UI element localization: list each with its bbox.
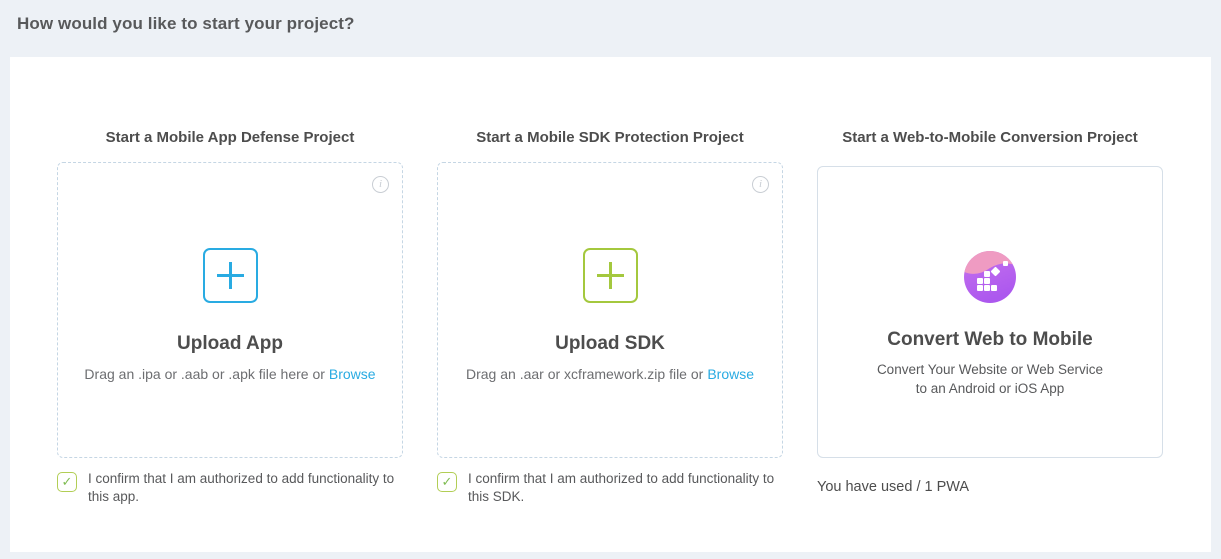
app-upload-dropzone[interactable]: i Upload App Drag an .ipa or .aab or .ap… bbox=[57, 162, 403, 458]
panel-app-defense: Start a Mobile App Defense Project i Upl… bbox=[57, 129, 403, 552]
app-browse-link[interactable]: Browse bbox=[329, 366, 376, 382]
app-confirm-label: I confirm that I am authorized to add fu… bbox=[88, 470, 400, 505]
convert-web-subtitle: Convert Your Website or Web Service to a… bbox=[818, 361, 1162, 399]
project-start-card: Start a Mobile App Defense Project i Upl… bbox=[10, 57, 1211, 552]
upload-app-title: Upload App bbox=[58, 333, 402, 355]
plus-icon bbox=[583, 248, 638, 303]
info-icon[interactable]: i bbox=[372, 176, 389, 193]
sdk-confirm-checkbox[interactable]: ✓ bbox=[437, 472, 457, 492]
panel-sdk-protection: Start a Mobile SDK Protection Project i … bbox=[437, 129, 783, 552]
convert-web-title: Convert Web to Mobile bbox=[818, 329, 1162, 351]
convert-web-card[interactable]: Convert Web to Mobile Convert Your Websi… bbox=[817, 166, 1163, 458]
panel-app-defense-title: Start a Mobile App Defense Project bbox=[57, 129, 403, 147]
pwa-usage-status: You have used / 1 PWA bbox=[817, 479, 1163, 495]
panel-web-to-mobile-title: Start a Web-to-Mobile Conversion Project bbox=[817, 129, 1163, 147]
pwa-gradient-icon bbox=[964, 251, 1016, 303]
app-drag-instructions: Drag an .ipa or .aab or .apk file here o… bbox=[58, 366, 402, 382]
sdk-confirm-row: ✓ I confirm that I am authorized to add … bbox=[437, 470, 783, 505]
plus-icon bbox=[203, 248, 258, 303]
sdk-confirm-label: I confirm that I am authorized to add fu… bbox=[468, 470, 780, 505]
page-header: How would you like to start your project… bbox=[0, 0, 1221, 57]
sdk-browse-link[interactable]: Browse bbox=[707, 366, 754, 382]
app-confirm-row: ✓ I confirm that I am authorized to add … bbox=[57, 470, 403, 505]
app-confirm-checkbox[interactable]: ✓ bbox=[57, 472, 77, 492]
sdk-upload-dropzone[interactable]: i Upload SDK Drag an .aar or xcframework… bbox=[437, 162, 783, 458]
upload-sdk-title: Upload SDK bbox=[438, 333, 782, 355]
panel-web-to-mobile: Start a Web-to-Mobile Conversion Project bbox=[817, 129, 1163, 552]
panel-sdk-protection-title: Start a Mobile SDK Protection Project bbox=[437, 129, 783, 147]
sdk-drag-instructions: Drag an .aar or xcframework.zip file orB… bbox=[438, 366, 782, 382]
page-title: How would you like to start your project… bbox=[17, 14, 1204, 34]
info-icon[interactable]: i bbox=[752, 176, 769, 193]
